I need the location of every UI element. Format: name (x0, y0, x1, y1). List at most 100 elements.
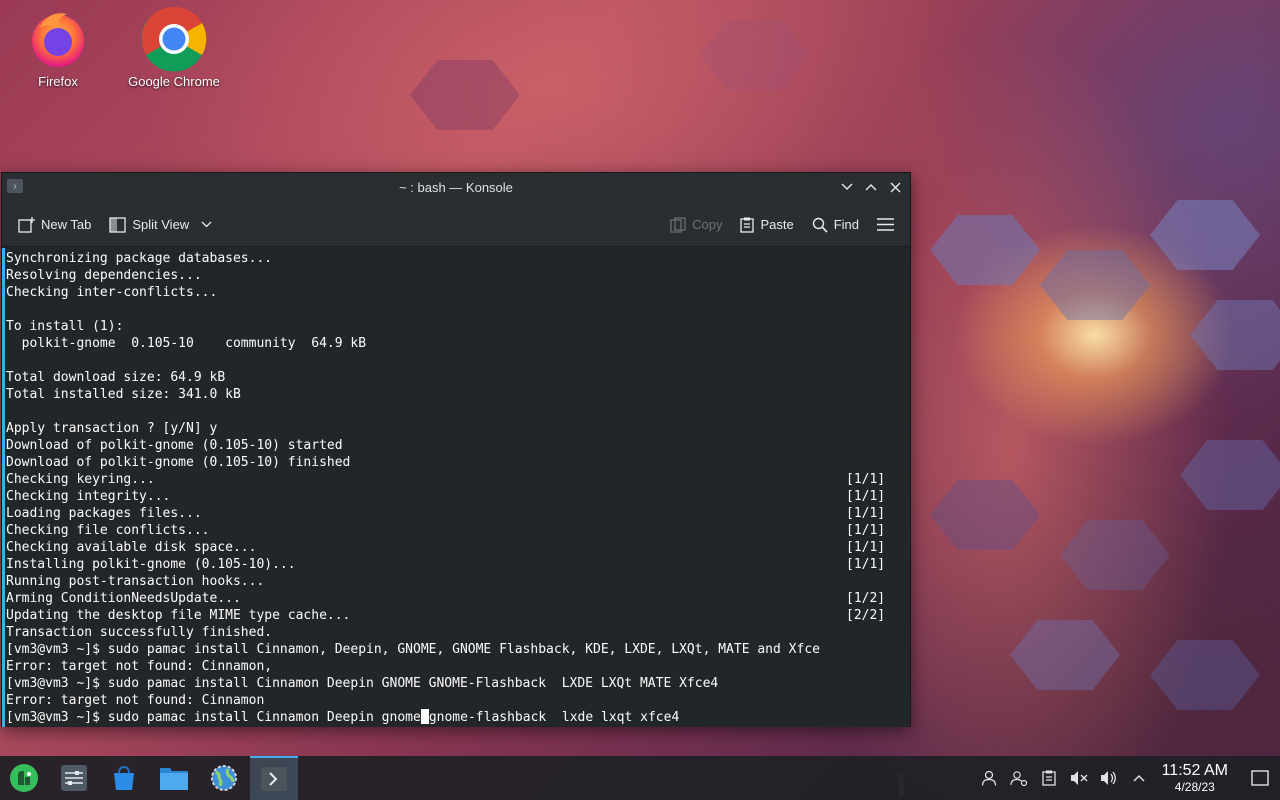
terminal-line-text: Checking file conflicts... (6, 523, 210, 538)
terminal-line: Running post-transaction hooks... (6, 573, 910, 590)
copy-button[interactable]: Copy (664, 213, 728, 237)
konsole-window: › ~ : bash — Konsole New Tab Split View … (1, 172, 911, 796)
minimize-button[interactable] (838, 178, 856, 196)
window-title: ~ : bash — Konsole (399, 180, 513, 195)
digital-clock[interactable]: 11:52 AM 4/28/23 (1162, 763, 1228, 794)
terminal-line-status: [1/1] (846, 540, 886, 555)
terminal-line: [vm3@vm3 ~]$ sudo pamac install Cinnamon… (6, 641, 910, 658)
speaker-muted-icon (1070, 771, 1088, 785)
wallpaper-hexagon (1040, 250, 1150, 320)
tray-clipboard-icon[interactable] (1034, 770, 1064, 786)
taskbar-file-manager[interactable] (150, 756, 198, 800)
konsole-icon (261, 767, 287, 791)
terminal-line: Download of polkit-gnome (0.105-10) fini… (6, 454, 910, 471)
split-view-icon (109, 216, 126, 233)
terminal-line: Arming ConditionNeedsUpdate... [1/2] (6, 590, 910, 607)
chevron-up-icon (865, 183, 877, 191)
terminal-line-status: [1/1] (846, 557, 886, 572)
application-launcher[interactable] (0, 756, 48, 800)
copy-label: Copy (692, 217, 723, 232)
new-tab-button[interactable]: New Tab (12, 213, 97, 237)
close-button[interactable] (886, 178, 904, 196)
user-icon (981, 770, 996, 786)
network-globe-icon (211, 765, 237, 791)
tray-muted-audio-icon[interactable] (1064, 770, 1094, 786)
new-tab-icon (18, 216, 35, 233)
show-desktop-icon (1251, 770, 1269, 786)
terminal-line: Error: target not found: Cinnamon, (6, 658, 910, 675)
wallpaper-hexagon (1060, 520, 1170, 590)
terminal-line: Checking keyring... [1/1] (6, 471, 910, 488)
terminal-line-text: Arming ConditionNeedsUpdate... (6, 591, 241, 606)
terminal-line: Checking inter-conflicts... (6, 284, 910, 301)
terminal-line: Synchronizing package databases... (6, 250, 910, 267)
system-settings-icon (61, 765, 87, 791)
wallpaper-hexagon (700, 20, 810, 90)
split-view-button[interactable]: Split View (103, 213, 218, 237)
find-label: Find (833, 217, 859, 232)
taskbar-network-browser[interactable] (200, 756, 248, 800)
taskbar-system-settings[interactable] (50, 756, 98, 800)
speaker-volume-icon (1100, 771, 1116, 785)
search-icon (812, 217, 828, 233)
tray-volume-icon[interactable] (1094, 770, 1124, 786)
chevron-up-icon (1133, 774, 1145, 782)
terminal-line-text: Checking integrity... (6, 489, 171, 504)
window-titlebar[interactable]: › ~ : bash — Konsole (2, 173, 910, 203)
tray-user-switch-icon[interactable] (1004, 770, 1034, 786)
chevron-down-icon (841, 183, 853, 191)
terminal-line-text: Transaction successfully finished. (6, 625, 273, 640)
terminal-line-text: Running post-transaction hooks... (6, 574, 265, 589)
chrome-icon (141, 6, 207, 72)
terminal-line-text: [vm3@vm3 ~]$ sudo pamac install Cinnamon… (6, 676, 719, 691)
tray-expand-button[interactable] (1124, 774, 1154, 782)
wallpaper-hexagon (1150, 200, 1260, 270)
terminal-line-text: Checking keyring... (6, 472, 155, 487)
terminal-line-status: [2/2] (846, 608, 886, 623)
terminal-line-status: [1/2] (846, 591, 886, 606)
terminal-line: [vm3@vm3 ~]$ sudo pamac install Cinnamon… (6, 675, 910, 692)
terminal-line-text: Download of polkit-gnome (0.105-10) star… (6, 438, 343, 453)
copy-icon (670, 216, 686, 233)
terminal-line-text: Download of polkit-gnome (0.105-10) fini… (6, 455, 351, 470)
terminal-line: Installing polkit-gnome (0.105-10)... [1/… (6, 556, 910, 573)
taskbar-konsole[interactable] (250, 756, 298, 800)
terminal-line: Apply transaction ? [y/N] y (6, 420, 910, 437)
konsole-app-icon[interactable]: › (7, 179, 23, 193)
terminal-line: Checking integrity... [1/1] (6, 488, 910, 505)
terminal-line: Transaction successfully finished. (6, 624, 910, 641)
software-store-icon (114, 765, 134, 790)
terminal-line: To install (1): (6, 318, 910, 335)
terminal-line-text: Synchronizing package databases... (6, 251, 273, 266)
terminal-line: Checking file conflicts... [1/1] (6, 522, 910, 539)
find-button[interactable]: Find (806, 213, 865, 237)
terminal-line-text: Apply transaction ? [y/N] y (6, 421, 218, 436)
split-view-label: Split View (132, 217, 190, 232)
chevron-down-icon (201, 221, 212, 228)
taskbar: 11:52 AM 4/28/23 (0, 756, 1280, 800)
taskbar-software-store[interactable] (100, 756, 148, 800)
wallpaper-hexagon (1190, 300, 1280, 370)
desktop-icon-google-chrome[interactable]: Google Chrome (119, 6, 229, 89)
show-desktop-button[interactable] (1240, 770, 1280, 786)
desktop-icon-firefox[interactable]: Firefox (3, 8, 113, 89)
terminal-output[interactable]: Synchronizing package databases... Resolv… (2, 248, 910, 796)
new-tab-label: New Tab (41, 217, 92, 232)
terminal-line-status: [1/1] (846, 472, 886, 487)
terminal-line-text: [vm3@vm3 ~]$ sudo pamac install Cinnamon… (6, 642, 820, 657)
paste-icon (740, 217, 755, 233)
terminal-line-text: polkit-gnome 0.105-10 community 64.9 kB (6, 336, 367, 351)
maximize-button[interactable] (862, 178, 880, 196)
terminal-line-text: To install (1): (6, 319, 124, 334)
tray-user-icon[interactable] (974, 770, 1004, 786)
terminal-line-text: Total download size: 64.9 kB (6, 370, 226, 385)
hamburger-menu-button[interactable] (871, 214, 900, 235)
paste-button[interactable]: Paste (734, 213, 799, 237)
firefox-icon (32, 13, 84, 67)
file-manager-icon (160, 768, 188, 790)
close-icon (889, 181, 901, 193)
terminal-prompt-line[interactable]: [vm3@vm3 ~]$ sudo pamac install Cinnamon… (6, 709, 910, 726)
konsole-toolbar: New Tab Split View Copy Paste Find (2, 203, 910, 247)
